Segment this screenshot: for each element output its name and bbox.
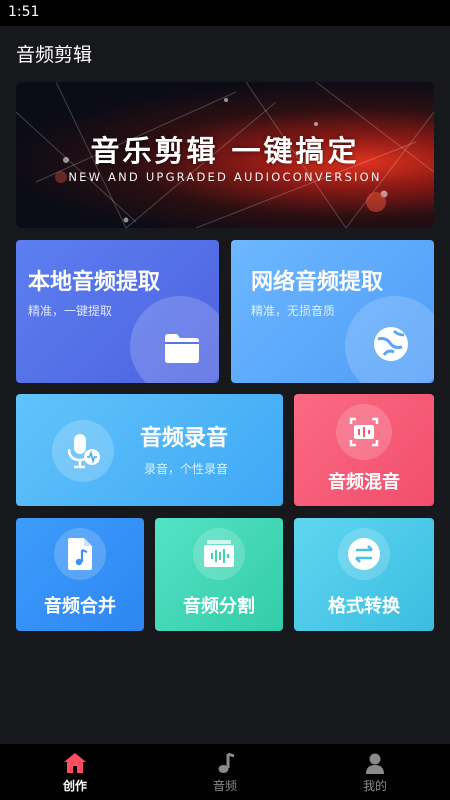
card-title: 格式转换 bbox=[328, 596, 400, 617]
banner-subtitle: NEW AND UPGRADED AUDIOCONVERSION bbox=[68, 170, 382, 184]
card-title: 本地音频提取 bbox=[28, 270, 161, 295]
bottom-nav: 创作 音频 我的 bbox=[0, 744, 450, 800]
format-convert-card[interactable]: 格式转换 bbox=[294, 518, 434, 631]
banner-title: 音乐剪辑 一键搞定 bbox=[90, 134, 360, 168]
card-subtitle: 精准，无损音质 bbox=[251, 304, 336, 318]
home-icon bbox=[64, 753, 86, 773]
nav-item-create[interactable]: 创作 bbox=[0, 744, 150, 800]
nav-label: 创作 bbox=[62, 779, 87, 793]
banner[interactable]: 音乐剪辑 一键搞定 NEW AND UPGRADED AUDIOCONVERSI… bbox=[16, 82, 434, 228]
mix-icon bbox=[336, 404, 392, 460]
local-extract-card[interactable]: 本地音频提取 精准，一键提取 bbox=[16, 240, 219, 383]
card-title: 音频分割 bbox=[183, 596, 255, 617]
folder-icon bbox=[130, 296, 219, 383]
audio-split-card[interactable]: 音频分割 bbox=[155, 518, 283, 631]
card-title: 音频混音 bbox=[328, 472, 400, 493]
music-note-icon bbox=[218, 752, 235, 773]
card-title: 网络音频提取 bbox=[251, 270, 384, 295]
page-title: 音频剪辑 bbox=[16, 44, 93, 66]
microphone-icon bbox=[52, 420, 114, 482]
audio-record-card[interactable]: 音频录音 录音，个性录音 bbox=[16, 394, 283, 506]
globe-icon bbox=[345, 296, 434, 383]
nav-item-audio[interactable]: 音频 bbox=[150, 744, 300, 800]
convert-icon bbox=[338, 528, 390, 580]
nav-label: 音频 bbox=[212, 779, 237, 793]
card-title: 音频录音 bbox=[140, 426, 229, 451]
waveform-icon bbox=[193, 528, 245, 580]
network-extract-card[interactable]: 网络音频提取 精准，无损音质 bbox=[231, 240, 434, 383]
status-bar: 1:51 bbox=[0, 0, 450, 26]
music-file-icon bbox=[54, 528, 106, 580]
audio-merge-card[interactable]: 音频合并 bbox=[16, 518, 144, 631]
card-title: 音频合并 bbox=[44, 596, 116, 617]
audio-mix-card[interactable]: 音频混音 bbox=[294, 394, 434, 506]
user-icon bbox=[366, 753, 384, 774]
card-subtitle: 精准，一键提取 bbox=[28, 304, 113, 318]
status-time: 1:51 bbox=[8, 4, 40, 20]
nav-item-mine[interactable]: 我的 bbox=[300, 744, 450, 800]
nav-label: 我的 bbox=[362, 779, 387, 793]
card-subtitle: 录音，个性录音 bbox=[144, 462, 229, 476]
